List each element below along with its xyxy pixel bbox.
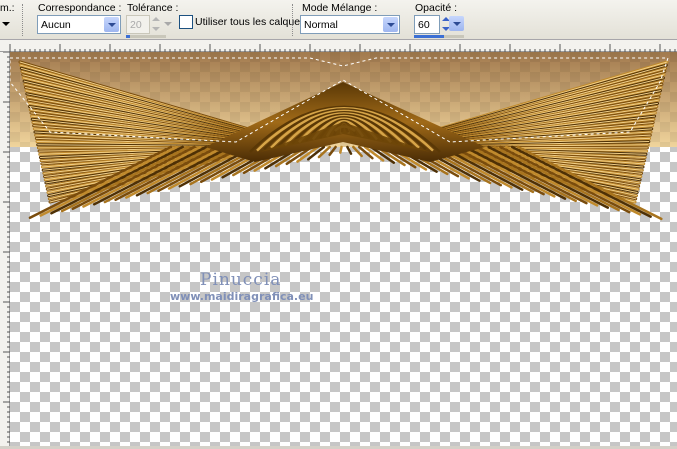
watermark-url: www.maidiragrafica.eu — [170, 290, 314, 303]
spin-up-icon[interactable] — [151, 15, 161, 24]
match-label: Correspondance : — [38, 2, 122, 14]
match-value: Aucun — [41, 19, 71, 31]
horizontal-ruler — [0, 40, 677, 52]
tool-options-bar: m.: Correspondance : Aucun Tolérance : 2… — [0, 0, 677, 40]
tolerance-dropdown-arrow-icon[interactable] — [164, 22, 172, 26]
blend-mode-label: Mode Mélange : — [302, 2, 378, 14]
image-canvas[interactable]: Pinuccia www.maidiragrafica.eu — [10, 52, 677, 446]
toolbar-grip[interactable] — [22, 4, 25, 36]
wing-ray — [339, 145, 343, 154]
partial-label: m.: — [0, 2, 15, 14]
all-layers-label: Utiliser tous les calques — [195, 16, 306, 28]
wing-ray — [328, 145, 337, 157]
tolerance-stepper[interactable] — [151, 15, 161, 34]
wing-ray — [346, 145, 353, 155]
opacity-label: Opacité : — [415, 2, 458, 14]
opacity-dropdown[interactable] — [449, 15, 465, 34]
blend-mode-select[interactable]: Normal — [300, 15, 400, 34]
toolbar-grip[interactable] — [292, 4, 295, 36]
tolerance-value: 20 — [130, 19, 142, 31]
dropdown-arrow-icon[interactable] — [104, 17, 119, 32]
dropdown-arrow-icon[interactable] — [383, 17, 398, 32]
all-layers-checkbox[interactable] — [179, 15, 193, 29]
opacity-slider-track[interactable] — [414, 35, 464, 38]
watermark-title: Pinuccia — [200, 270, 282, 290]
wing-artwork — [10, 52, 677, 221]
dropdown-arrow-icon[interactable] — [449, 16, 464, 31]
vertical-ruler — [0, 51, 10, 446]
tolerance-label: Tolérance : — [127, 2, 179, 14]
ruler-ticks — [9, 44, 676, 52]
tolerance-slider-fill — [126, 35, 130, 38]
tolerance-input[interactable]: 20 — [126, 15, 150, 34]
match-select[interactable]: Aucun — [37, 15, 121, 34]
ruler-ticks — [3, 51, 10, 443]
partial-dropdown-arrow-icon[interactable] — [2, 22, 10, 26]
spin-down-icon[interactable] — [151, 25, 161, 34]
tolerance-slider-track[interactable] — [126, 35, 166, 38]
opacity-slider-fill — [414, 35, 444, 38]
blend-mode-value: Normal — [304, 19, 338, 31]
opacity-value: 60 — [418, 19, 430, 31]
opacity-input[interactable]: 60 — [414, 15, 440, 34]
